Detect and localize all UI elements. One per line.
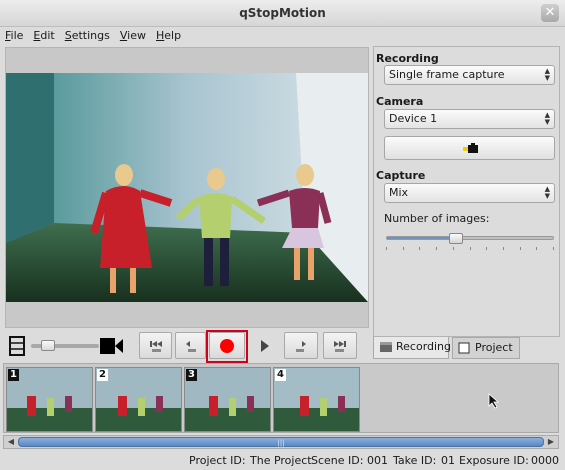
frame-filmstrip: 1 2 3 4 (3, 363, 559, 433)
camera-label: Camera (376, 95, 424, 108)
capture-label: Capture (376, 169, 426, 182)
frame-thumbnail[interactable]: 1 (6, 367, 93, 432)
project-id-value: The Project (250, 454, 312, 467)
video-camera-icon[interactable] (100, 336, 124, 356)
previous-frame-button[interactable] (175, 332, 206, 359)
spin-arrows-icon: ▲ ▼ (544, 111, 550, 126)
frame-image (185, 368, 270, 431)
number-of-images-slider[interactable] (386, 233, 554, 244)
slider-tick (452, 247, 454, 250)
menu-edit[interactable]: Edit (33, 27, 54, 44)
frame-number: 2 (97, 369, 108, 381)
frame-thumbnail[interactable]: 3 (184, 367, 271, 432)
take-id-value: 01 (441, 454, 455, 467)
clapperboard-icon (380, 342, 392, 352)
menu-help[interactable]: Help (156, 27, 181, 44)
menu-settings[interactable]: Settings (65, 27, 110, 44)
filmstrip-icon[interactable] (9, 336, 25, 356)
frame-image (96, 368, 181, 431)
scroll-right-icon[interactable]: ▶ (545, 437, 557, 447)
skip-to-end-icon (334, 340, 346, 352)
camera-settings-button[interactable] (384, 136, 555, 160)
frame-number: 1 (8, 369, 19, 381)
capture-mode-select[interactable]: Mix ▲ ▼ (384, 183, 555, 203)
previous-frame-icon (185, 340, 196, 352)
next-frame-button[interactable] (284, 332, 318, 359)
skip-to-start-button[interactable] (139, 332, 172, 359)
play-button[interactable] (248, 332, 282, 359)
record-highlight-box (206, 330, 248, 363)
slider-tick (553, 247, 554, 250)
camera-settings-icon (463, 143, 478, 153)
slider-fill (387, 237, 456, 239)
slider-tick (502, 247, 504, 250)
scroll-left-icon[interactable]: ◀ (5, 437, 17, 447)
playback-controls (5, 330, 369, 363)
scrollbar-thumb[interactable]: ||| (18, 437, 544, 447)
project-id-label: Project ID: (189, 454, 246, 467)
next-frame-icon (296, 340, 306, 352)
status-bar: Project ID: The Project Scene ID: 001 Ta… (0, 451, 565, 470)
camera-device-select[interactable]: Device 1 ▲ ▼ (384, 109, 555, 129)
recording-label: Recording (376, 52, 439, 65)
slider-ticks (386, 247, 554, 251)
window-title: qStopMotion (239, 6, 326, 20)
recording-mode-select[interactable]: Single frame capture ▲ ▼ (384, 65, 555, 85)
take-id-label: Take ID: (393, 454, 437, 467)
number-of-images-label: Number of images: (384, 212, 490, 225)
close-button[interactable]: ✕ (541, 4, 559, 22)
frame-thumbnail[interactable]: 4 (273, 367, 360, 432)
spin-arrows-icon: ▲ ▼ (544, 185, 550, 200)
filmstrip-scrollbar[interactable]: ◀ ||| ▶ (3, 435, 559, 449)
recording-panel: Recording Single frame capture ▲ ▼ Camera… (373, 46, 560, 337)
tab-project[interactable]: Project (452, 337, 520, 359)
slider-tick (402, 247, 404, 250)
menu-file[interactable]: File (5, 27, 23, 44)
slider-tick (469, 247, 471, 250)
play-icon (261, 339, 269, 352)
mix-slider-thumb[interactable] (41, 340, 56, 351)
slider-tick (519, 247, 521, 250)
grip-icon: ||| (277, 439, 285, 447)
slider-tick (486, 247, 488, 250)
slider-tick (536, 247, 538, 250)
exposure-id-label: Exposure ID: (459, 454, 529, 467)
slider-tick (436, 247, 438, 250)
spin-arrows-icon: ▲ ▼ (544, 67, 550, 82)
menu-view[interactable]: View (120, 27, 146, 44)
frame-thumbnail[interactable]: 2 (95, 367, 182, 432)
project-icon (458, 342, 470, 354)
frame-number: 3 (186, 369, 197, 381)
tab-recording[interactable]: Recording (373, 337, 451, 359)
scene-id-label: Scene ID: (311, 454, 364, 467)
camera-preview-image (6, 73, 368, 302)
slider-thumb[interactable] (448, 233, 463, 244)
skip-to-end-button[interactable] (323, 332, 357, 359)
exposure-id-value: 0000 (531, 454, 559, 467)
slider-tick (386, 247, 387, 250)
close-icon: ✕ (544, 5, 556, 20)
frame-number: 4 (275, 369, 286, 381)
mouse-pointer-icon (488, 393, 500, 409)
frame-image (7, 368, 92, 431)
frame-image (274, 368, 359, 431)
title-bar: qStopMotion ✕ (0, 0, 565, 27)
slider-tick (419, 247, 421, 250)
camera-preview-area (5, 47, 369, 328)
scene-id-value: 001 (367, 454, 388, 467)
menu-bar: File Edit Settings View Help (0, 27, 565, 44)
skip-to-start-icon (149, 340, 162, 352)
